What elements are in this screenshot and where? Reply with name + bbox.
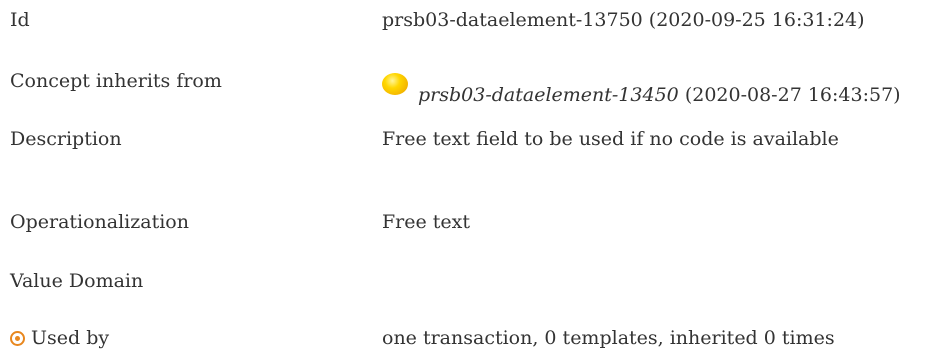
description-value: Free text field to be used if no code is… [382,128,839,150]
value-domain-row: Value Domain [10,270,936,300]
operationalization-label: Operationalization [10,211,189,233]
used-by-label: Used by [31,327,110,349]
target-icon [10,331,25,346]
inherits-row: Concept inherits from prsb03-dataelement… [10,70,936,106]
operationalization-value: Free text [382,211,471,233]
status-ball-icon [382,73,408,95]
used-by-label-wrap[interactable]: Used by [10,327,109,349]
inherits-ref-link[interactable]: prsb03-dataelement-13450 [418,84,679,106]
used-by-row: Used by one transaction, 0 templates, in… [10,327,936,357]
used-by-value: one transaction, 0 templates, inherited … [382,327,835,349]
description-row: Description Free text field to be used i… [10,128,936,158]
value-domain-label: Value Domain [10,270,144,292]
id-value: prsb03-dataelement-13750 (2020-09-25 16:… [382,9,865,31]
inherits-value: prsb03-dataelement-13450 (2020-08-27 16:… [382,73,901,106]
id-label: Id [10,9,30,31]
operationalization-row: Operationalization Free text [10,211,936,241]
inherits-label: Concept inherits from [10,70,222,92]
description-label: Description [10,128,122,150]
inherits-ref-date: (2020-08-27 16:43:57) [678,84,901,106]
id-row: Id prsb03-dataelement-13750 (2020-09-25 … [10,9,936,39]
